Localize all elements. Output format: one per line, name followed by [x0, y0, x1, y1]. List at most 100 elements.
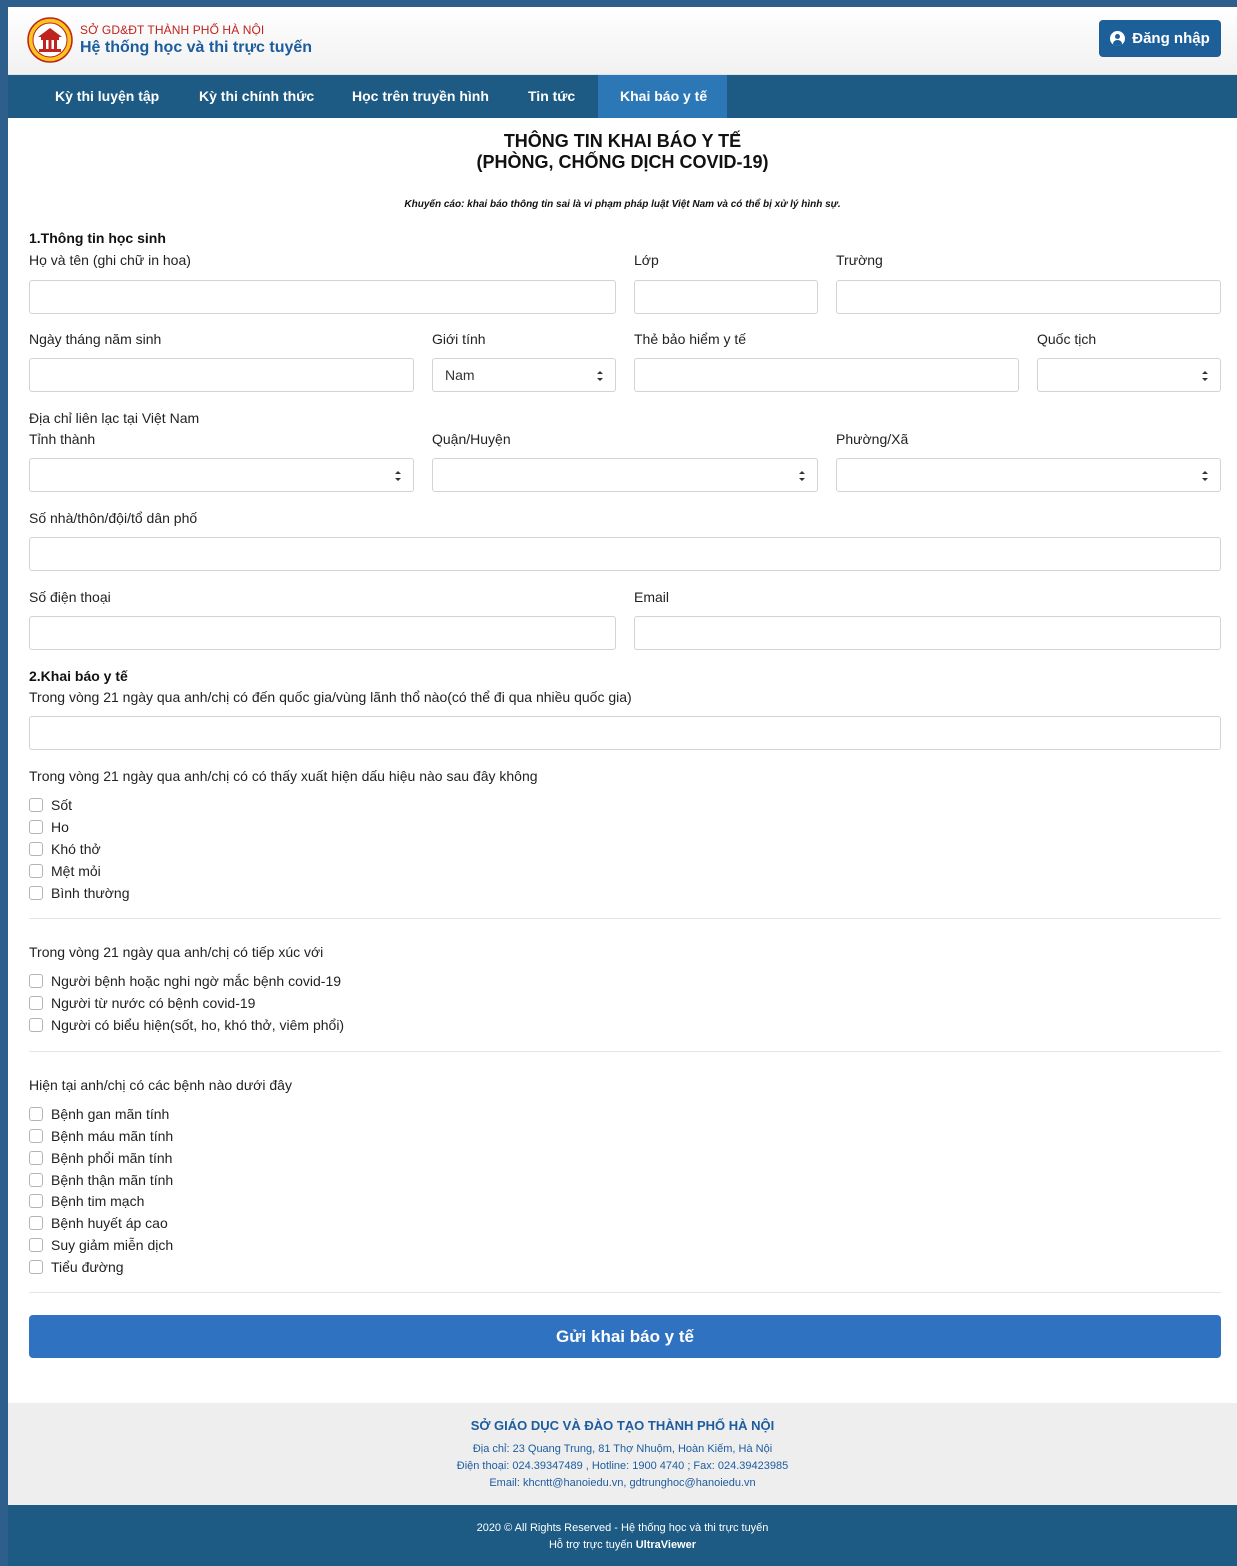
checkbox[interactable] [29, 864, 43, 878]
full-name-input[interactable] [29, 280, 616, 314]
select-arrows-icon [1202, 371, 1208, 381]
district-select[interactable] [432, 458, 818, 492]
checkbox[interactable] [29, 842, 43, 856]
email-input[interactable] [634, 616, 1221, 650]
checkbox[interactable] [29, 1216, 43, 1230]
diseases-question: Hiện tại anh/chị có các bệnh nào dưới đâ… [29, 1077, 292, 1093]
street-label: Số nhà/thôn/đội/tổ dân phố [29, 510, 198, 526]
checkbox[interactable] [29, 1018, 43, 1032]
checkbox[interactable] [29, 1107, 43, 1121]
support-prefix: Hỗ trợ trực tuyến [548, 1539, 633, 1551]
select-arrows-icon [799, 471, 805, 481]
contact-option[interactable]: Người bệnh hoặc nghi ngờ mắc bệnh covid-… [29, 971, 341, 991]
nav-item-official-exam[interactable]: Kỳ thi chính thức [177, 75, 336, 118]
main-nav: Kỳ thi luyện tập Kỳ thi chính thức Học t… [8, 75, 1237, 118]
symptom-option[interactable]: Bình thường [29, 883, 130, 903]
disease-option[interactable]: Bệnh phổi mãn tính [29, 1148, 172, 1168]
disease-label: Bệnh phổi mãn tính [51, 1150, 173, 1166]
travel-input[interactable] [29, 716, 1221, 750]
page-title: THÔNG TIN KHAI BÁO Y TẾ [503, 131, 742, 151]
street-input[interactable] [29, 537, 1221, 571]
support-tool-link[interactable]: UltraViewer [636, 1539, 696, 1551]
disease-option[interactable]: Bệnh huyết áp cao [29, 1213, 168, 1233]
checkbox[interactable] [29, 974, 43, 988]
nav-item-news[interactable]: Tin tức [506, 75, 597, 118]
phone-label: Số điện thoại [29, 589, 111, 605]
class-input[interactable] [634, 280, 818, 314]
divider [29, 1051, 1221, 1052]
gender-label: Giới tính [432, 331, 486, 347]
checkbox[interactable] [29, 1173, 43, 1187]
symptom-option[interactable]: Sốt [29, 795, 72, 815]
org-name: SỞ GD&ĐT THÀNH PHỐ HÀ NỘI [80, 23, 265, 37]
legal-warning: Khuyến cáo: khai báo thông tin sai là vi… [404, 199, 841, 210]
symptoms-question: Trong vòng 21 ngày qua anh/chị có có thấ… [29, 768, 538, 784]
nav-item-practice-exam[interactable]: Kỳ thi luyện tập [33, 75, 181, 118]
disease-label: Bệnh máu mãn tính [51, 1128, 174, 1144]
nav-item-health-declaration[interactable]: Khai báo y tế [598, 75, 727, 118]
insurance-label: Thẻ bảo hiểm y tế [634, 331, 747, 347]
province-label: Tỉnh thành [29, 431, 96, 447]
address-label: Địa chỉ liên lạc tại Việt Nam [29, 410, 200, 426]
symptom-option[interactable]: Ho [29, 817, 69, 837]
province-select[interactable] [29, 458, 414, 492]
nationality-select[interactable] [1037, 358, 1221, 392]
symptom-option[interactable]: Khó thở [29, 839, 101, 859]
top-header: SỞ GD&ĐT THÀNH PHỐ HÀ NỘI Hệ thống học v… [8, 7, 1237, 75]
gender-select[interactable]: Nam [432, 358, 616, 392]
ward-select[interactable] [836, 458, 1221, 492]
footer-org-name: SỞ GIÁO DỤC VÀ ĐÀO TẠO THÀNH PHỐ HÀ NỘI [470, 1418, 775, 1433]
select-arrows-icon [1202, 471, 1208, 481]
disease-option[interactable]: Bệnh gan mãn tính [29, 1104, 169, 1124]
checkbox[interactable] [29, 1238, 43, 1252]
insurance-input[interactable] [634, 358, 1019, 392]
checkbox[interactable] [29, 1151, 43, 1165]
gender-select-value: Nam [445, 367, 475, 383]
login-button[interactable]: Đăng nhập [1099, 20, 1221, 57]
full-name-label: Họ và tên (ghi chữ in hoa) [29, 252, 191, 268]
dob-input[interactable] [29, 358, 414, 392]
footer-email: Email: khcntt@hanoiedu.vn, gdtrunghoc@ha… [489, 1477, 756, 1489]
disease-option[interactable]: Bệnh tim mạch [29, 1191, 144, 1211]
page-frame: SỞ GD&ĐT THÀNH PHỐ HÀ NỘI Hệ thống học v… [8, 7, 1237, 1566]
symptom-option[interactable]: Mệt mỏi [29, 861, 101, 881]
symptom-label: Ho [51, 819, 69, 835]
footer-phone: Điện thoại: 024.39347489 , Hotline: 1900… [456, 1460, 789, 1472]
checkbox[interactable] [29, 996, 43, 1010]
checkbox[interactable] [29, 1260, 43, 1274]
disease-option[interactable]: Bệnh máu mãn tính [29, 1126, 173, 1146]
copyright-text: 2020 © All Rights Reserved - Hệ thống họ… [476, 1522, 769, 1534]
symptom-label: Khó thở [51, 841, 101, 857]
checkbox[interactable] [29, 1129, 43, 1143]
nav-item-tv-learning[interactable]: Học trên truyền hình [330, 75, 511, 118]
disease-label: Bệnh huyết áp cao [51, 1215, 168, 1231]
district-label: Quận/Huyện [432, 431, 511, 447]
checkbox[interactable] [29, 1194, 43, 1208]
submit-declaration-button[interactable]: Gửi khai báo y tế [29, 1315, 1221, 1358]
bottom-bar: 2020 © All Rights Reserved - Hệ thống họ… [8, 1505, 1237, 1566]
symptom-label: Mệt mỏi [51, 863, 101, 879]
select-arrows-icon [395, 471, 401, 481]
disease-option[interactable]: Suy giảm miễn dịch [29, 1235, 173, 1255]
disease-option[interactable]: Tiểu đường [29, 1257, 124, 1277]
contact-label: Người có biểu hiện(sốt, ho, khó thở, viê… [51, 1017, 345, 1033]
school-input[interactable] [836, 280, 1221, 314]
user-circle-icon [1110, 31, 1126, 46]
email-label: Email [634, 589, 670, 605]
checkbox[interactable] [29, 886, 43, 900]
contact-label: Người bệnh hoặc nghi ngờ mắc bệnh covid-… [51, 973, 342, 989]
system-name[interactable]: Hệ thống học và thi trực tuyến [80, 39, 312, 57]
class-label: Lớp [634, 252, 659, 268]
disease-label: Bệnh tim mạch [51, 1193, 145, 1209]
ward-label: Phường/Xã [836, 431, 909, 447]
login-label: Đăng nhập [1132, 30, 1210, 47]
contact-option[interactable]: Người có biểu hiện(sốt, ho, khó thở, viê… [29, 1015, 344, 1035]
page-subtitle: (PHÒNG, CHỐNG DỊCH COVID-19) [476, 152, 769, 172]
disease-option[interactable]: Bệnh thận mãn tính [29, 1170, 173, 1190]
phone-input[interactable] [29, 616, 616, 650]
section-student-info-title: 1.Thông tin học sinh [29, 230, 166, 246]
contact-option[interactable]: Người từ nước có bệnh covid-19 [29, 993, 255, 1013]
disease-label: Suy giảm miễn dịch [51, 1237, 174, 1253]
checkbox[interactable] [29, 798, 43, 812]
checkbox[interactable] [29, 820, 43, 834]
